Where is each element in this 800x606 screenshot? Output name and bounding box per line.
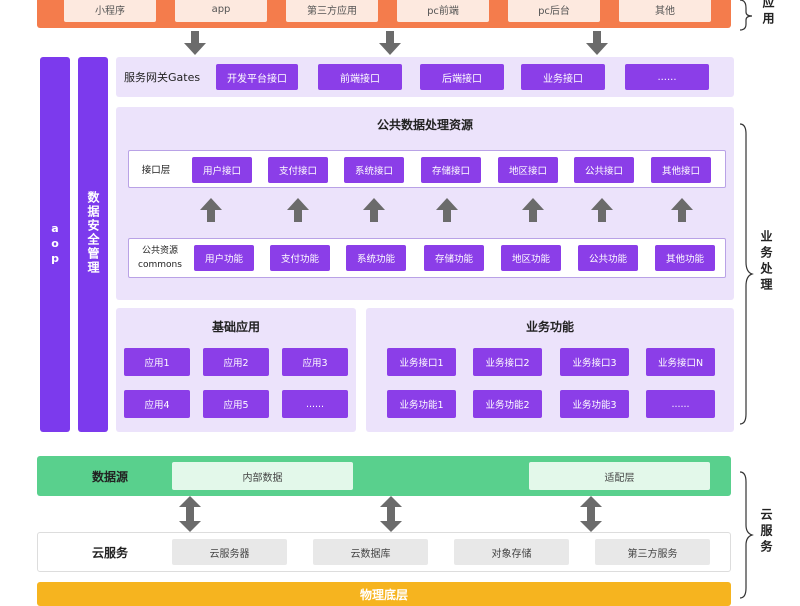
interface-item: 存储接口 (421, 157, 481, 183)
business-item: 业务功能3 (560, 390, 629, 418)
gateway-item-frontend: 前端接口 (318, 64, 402, 90)
business-item: 业务接口1 (387, 348, 456, 376)
interface-item: 公共接口 (574, 157, 634, 183)
cloud-service-title: 云服务 (91, 545, 128, 560)
arrow-up-icon (200, 198, 222, 222)
business-item: 业务功能1 (387, 390, 456, 418)
base-app-title: 基础应用 (211, 319, 260, 334)
cloud-item-third-party: 第三方服务 (595, 539, 710, 565)
interface-item: 地区接口 (498, 157, 558, 183)
arrow-up-icon (671, 198, 693, 222)
app-item-pc-frontend: pc前端 (397, 0, 489, 22)
business-brace (739, 123, 754, 425)
base-app-item: 应用2 (203, 348, 269, 376)
business-item: 业务接口N (646, 348, 715, 376)
datasource-internal-data: 内部数据 (172, 462, 353, 490)
gateway-item-dev-platform: 开发平台接口 (216, 64, 298, 90)
app-item-pc-backend: pc后台 (508, 0, 600, 22)
arrow-down-icon (586, 31, 608, 55)
physical-layer-bar: 物理底层 (37, 582, 731, 606)
cloud-item-server: 云服务器 (172, 539, 287, 565)
app-item-other: 其他 (619, 0, 711, 22)
arrow-up-icon (363, 198, 385, 222)
aop-bar: aop (40, 57, 70, 432)
gateway-item-backend: 后端接口 (420, 64, 504, 90)
app-item-app: app (175, 0, 267, 22)
commons-label-line2: commons (138, 260, 182, 270)
commons-item: 其他功能 (655, 245, 715, 271)
business-item: ...... (646, 390, 715, 418)
base-app-item: 应用3 (282, 348, 348, 376)
bidirectional-arrow-icon (380, 496, 402, 532)
arrow-down-icon (379, 31, 401, 55)
app-item-third-party: 第三方应用 (286, 0, 378, 22)
business-side-label: 业务处理 (759, 230, 773, 294)
commons-item: 存储功能 (424, 245, 484, 271)
gateway-item-more: ...... (625, 64, 709, 90)
commons-label-line1: 公共资源 (141, 246, 178, 256)
arrow-up-icon (591, 198, 613, 222)
gateway-item-business: 业务接口 (521, 64, 605, 90)
base-app-item: 应用4 (124, 390, 190, 418)
bidirectional-arrow-icon (580, 496, 602, 532)
commons-item: 系统功能 (346, 245, 406, 271)
interface-item: 支付接口 (268, 157, 328, 183)
app-item-mini-program: 小程序 (64, 0, 156, 22)
interface-label: 接口层 (141, 165, 171, 176)
application-side-label: 应用 (761, 0, 775, 28)
public-data-title: 公共数据处理资源 (376, 117, 473, 132)
commons-item: 公共功能 (578, 245, 638, 271)
cloud-item-database: 云数据库 (313, 539, 428, 565)
datasource-title: 数据源 (91, 469, 128, 484)
interface-item: 其他接口 (651, 157, 711, 183)
commons-item: 地区功能 (501, 245, 561, 271)
business-title: 业务功能 (525, 319, 574, 334)
business-item: 业务接口2 (473, 348, 542, 376)
cloud-item-object-storage: 对象存储 (454, 539, 569, 565)
cloud-brace (739, 471, 754, 599)
datasource-adapter-layer: 适配层 (529, 462, 710, 490)
commons-label: 公共资源 commons (132, 244, 188, 274)
commons-item: 用户功能 (194, 245, 254, 271)
application-brace (739, 0, 753, 31)
cloud-side-label: 云服务 (759, 508, 773, 556)
gateway-title: 服务网关Gates (124, 71, 201, 84)
commons-item: 支付功能 (270, 245, 330, 271)
business-item: 业务功能2 (473, 390, 542, 418)
arrow-up-icon (436, 198, 458, 222)
base-app-item: 应用5 (203, 390, 269, 418)
data-security-bar: 数据安全管理 (78, 57, 108, 432)
arrow-up-icon (287, 198, 309, 222)
arrow-up-icon (522, 198, 544, 222)
business-item: 业务接口3 (560, 348, 629, 376)
arrow-down-icon (184, 31, 206, 55)
base-app-item: 应用1 (124, 348, 190, 376)
bidirectional-arrow-icon (179, 496, 201, 532)
aop-label: aop (48, 222, 62, 267)
interface-item: 系统接口 (344, 157, 404, 183)
base-app-item: ...... (282, 390, 348, 418)
interface-item: 用户接口 (192, 157, 252, 183)
data-security-label: 数据安全管理 (86, 191, 100, 275)
